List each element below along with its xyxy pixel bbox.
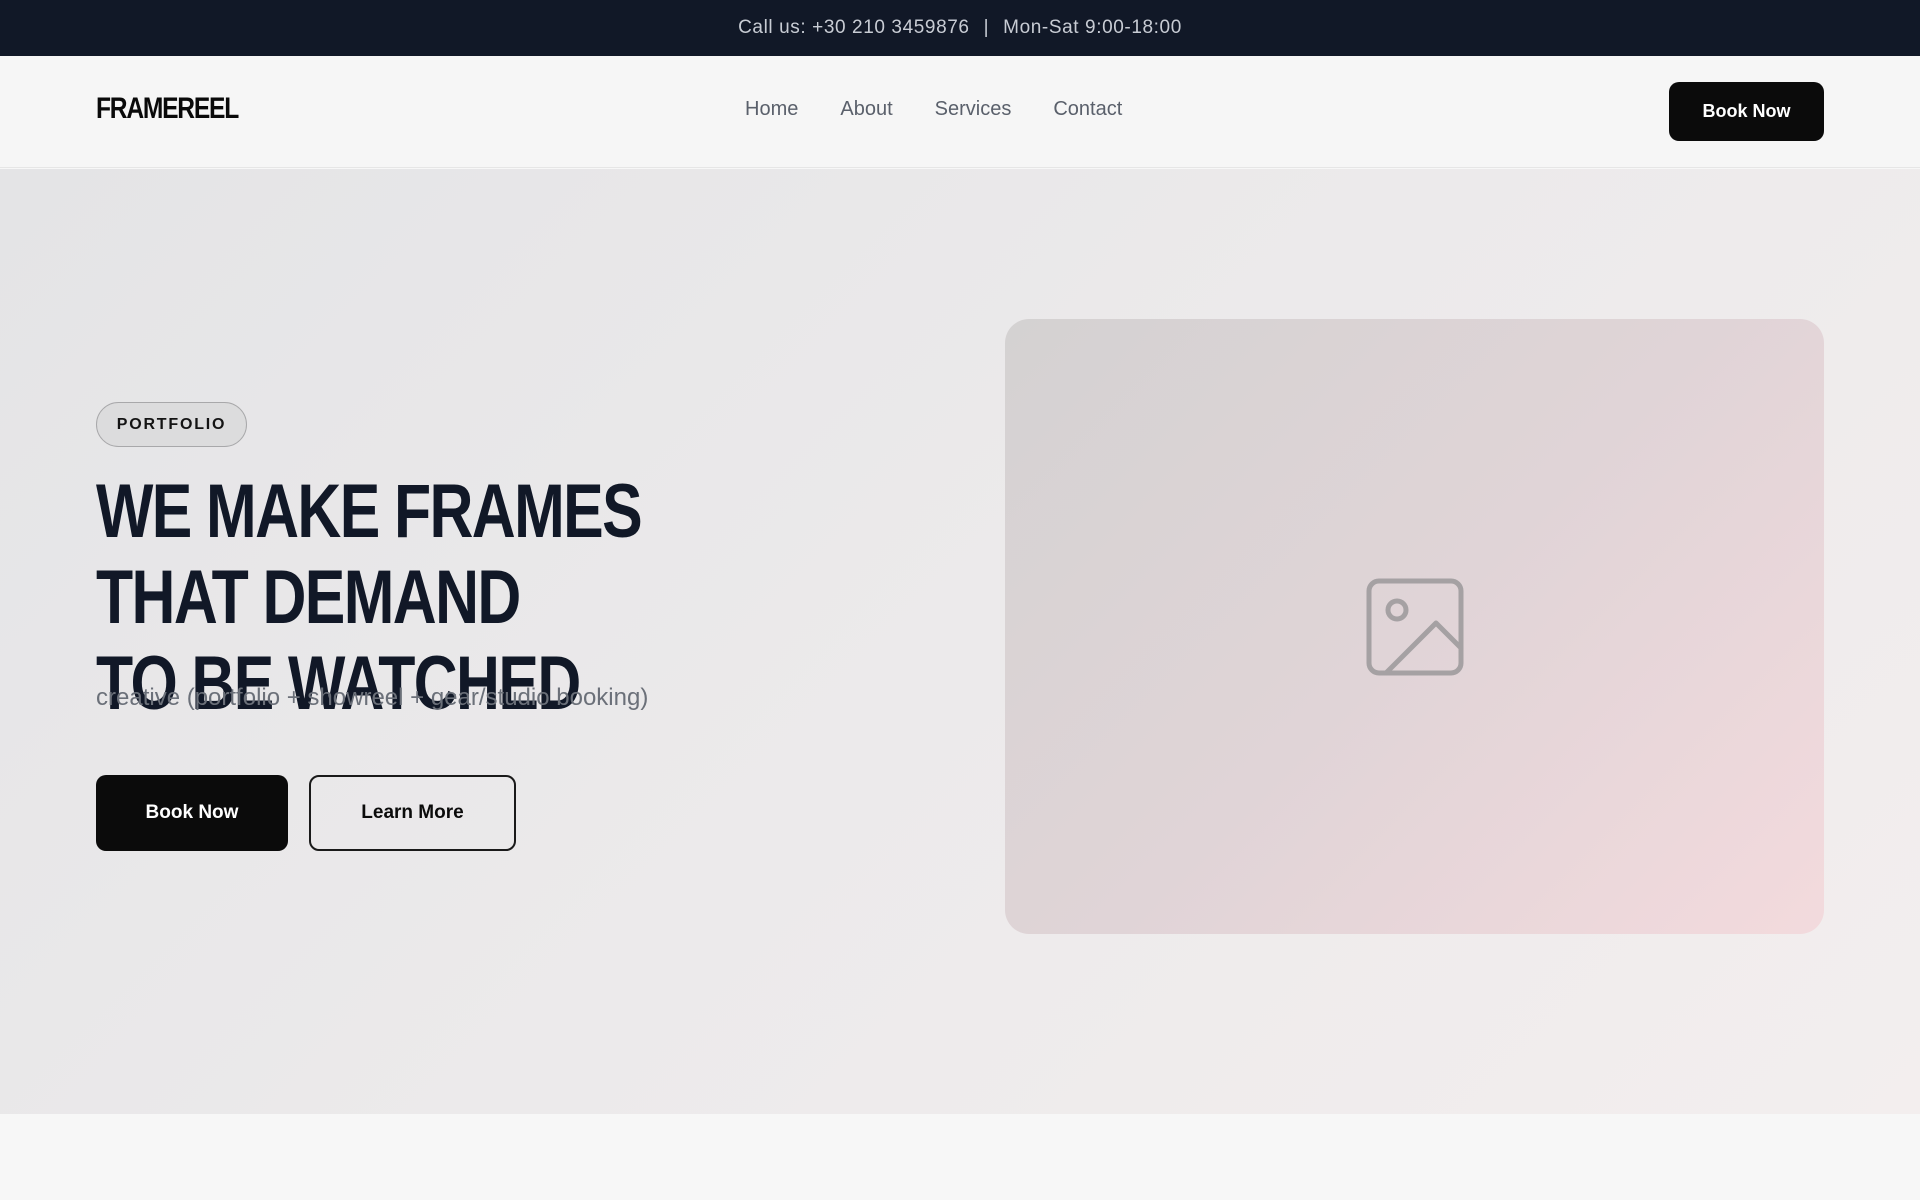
site-header: FRAMEREEL Home About Services Contact Bo… [0, 56, 1920, 168]
header-book-now-button[interactable]: Book Now [1669, 82, 1824, 141]
separator: | [983, 17, 990, 38]
logo[interactable]: FRAMEREEL [96, 92, 239, 126]
hero-image-placeholder [1005, 319, 1824, 934]
announcement-bar: Call us: +30 210 3459876 | Mon-Sat 9:00-… [0, 0, 1920, 56]
hours-text: Mon-Sat 9:00-18:00 [1003, 17, 1182, 38]
nav-about[interactable]: About [840, 98, 892, 121]
learn-more-button[interactable]: Learn More [309, 775, 516, 851]
nav-home[interactable]: Home [745, 98, 798, 121]
hero-subtitle: creative (portfolio + showreel + gear/st… [96, 684, 649, 711]
main-nav: Home About Services Contact [745, 98, 1122, 121]
headline-line-1: WE MAKE FRAMES THAT DEMAND [96, 469, 643, 640]
nav-contact[interactable]: Contact [1053, 98, 1122, 121]
nav-services[interactable]: Services [935, 98, 1012, 121]
hero-section: PORTFOLIO WE MAKE FRAMES THAT DEMAND TO … [0, 169, 1920, 1114]
image-placeholder-icon [1366, 578, 1463, 675]
portfolio-badge: PORTFOLIO [96, 402, 247, 447]
phone-text[interactable]: Call us: +30 210 3459876 [738, 17, 970, 39]
hero-book-now-button[interactable]: Book Now [96, 775, 288, 851]
